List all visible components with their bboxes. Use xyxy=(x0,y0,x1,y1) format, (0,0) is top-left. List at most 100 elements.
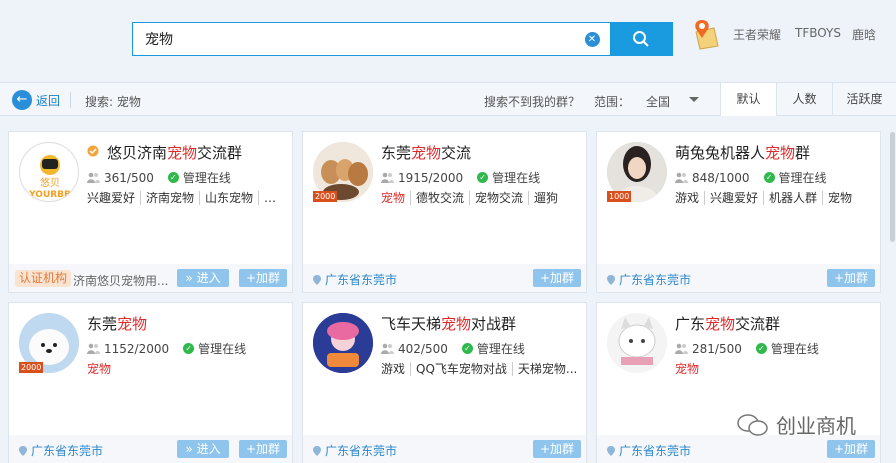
tag-list: 宠物 xyxy=(87,360,285,377)
check-icon: ✓ xyxy=(755,343,767,354)
check-icon: ✓ xyxy=(183,343,195,354)
group-stats: 281/500 ✓ 管理在线 xyxy=(675,340,819,357)
level-badge: 2000 xyxy=(19,362,44,373)
group-title[interactable]: 萌兔兔机器人宠物群 xyxy=(675,142,810,163)
avatar-text: 悠贝 xyxy=(40,176,60,189)
chevron-down-icon[interactable] xyxy=(689,97,699,102)
scrollbar-thumb[interactable] xyxy=(890,132,895,242)
group-card[interactable]: 1000 萌兔兔机器人宠物群 848/1000 ✓ 管理在线 游戏 兴趣爱好 机器人… xyxy=(596,131,881,293)
tag: 济南宠物 xyxy=(141,191,201,205)
top-bar: ✕ 王者荣耀 TFBOYS 鹿晗 xyxy=(0,0,896,82)
enter-label: 进入 xyxy=(196,442,221,456)
group-avatar xyxy=(607,313,667,373)
tag-list: 宠物 德牧交流 宠物交流 遛狗 xyxy=(381,189,579,206)
member-count: 361/500 xyxy=(104,170,154,185)
group-title[interactable]: 广东宠物交流群 xyxy=(675,313,780,334)
not-found-link[interactable]: 搜索不到我的群？ xyxy=(484,93,580,110)
tag: 游戏 xyxy=(675,191,706,205)
group-card[interactable]: 悠贝 YOURBB 悠贝济南宠物交流群 361/500 ✓ 管理在线 兴趣爱好济… xyxy=(8,131,293,293)
member-count: 848/1000 xyxy=(692,170,750,185)
query-text: 搜索: 宠物 xyxy=(85,95,141,109)
tab-default[interactable]: 默认 xyxy=(720,83,776,116)
location: 广东省东莞市 xyxy=(313,442,397,459)
tag: 宠物 xyxy=(381,191,412,205)
tag: 德牧交流 xyxy=(411,191,471,205)
hot-link-3[interactable]: 鹿晗 xyxy=(852,26,876,43)
admin-status: 管理在线 xyxy=(476,342,525,356)
map-location-icon[interactable] xyxy=(690,18,720,50)
location-pin-icon xyxy=(607,445,615,456)
location-pin-icon xyxy=(19,445,27,456)
back-label: 返回 xyxy=(36,93,61,108)
group-stats: 1915/2000 ✓ 管理在线 xyxy=(381,169,540,186)
tag: 遛狗 xyxy=(534,191,559,205)
tab-activity[interactable]: 活跃度 xyxy=(832,83,896,116)
tag: 兴趣爱好 xyxy=(87,191,142,205)
members-icon xyxy=(87,343,100,354)
enter-button[interactable]: » 进入 xyxy=(177,440,229,458)
search-button[interactable] xyxy=(610,23,672,55)
hot-link-1[interactable]: 王者荣耀 xyxy=(733,26,781,43)
location-pin-icon xyxy=(313,445,321,456)
location-text: 广东省东莞市 xyxy=(31,444,104,458)
admin-status: 管理在线 xyxy=(492,171,541,185)
back-arrow-icon: ← xyxy=(12,90,32,110)
search-box: ✕ xyxy=(132,22,673,56)
members-icon xyxy=(675,172,688,183)
group-card[interactable]: 飞车天梯宠物对战群 402/500 ✓ 管理在线 游戏 QQ飞车宠物对战 天梯宠物.… xyxy=(302,302,587,463)
card-footer: 广东省东莞市 +加群 xyxy=(303,264,586,292)
members-icon xyxy=(675,343,688,354)
group-title[interactable]: 飞车天梯宠物对战群 xyxy=(381,313,516,334)
group-avatar xyxy=(313,313,373,373)
enter-button[interactable]: » 进入 xyxy=(177,269,229,287)
tab-members[interactable]: 人数 xyxy=(776,83,832,116)
check-icon: ✓ xyxy=(167,172,179,183)
clear-icon: ✕ xyxy=(584,31,600,47)
filter-bar: ← 返回 搜索: 宠物 搜索不到我的群？ 范围： 全国 默认 人数 活跃度 xyxy=(0,82,896,116)
members-icon xyxy=(87,172,100,183)
level-badge: 1000 xyxy=(607,191,632,202)
cert-org-name: 济南悠贝宠物用... xyxy=(73,274,169,288)
location-pin-icon xyxy=(313,274,321,285)
join-group-button[interactable]: +加群 xyxy=(827,440,875,458)
enter-icon: » xyxy=(185,442,193,456)
watermark: 创业商机 xyxy=(736,410,856,439)
group-card[interactable]: 2000 东莞宠物交流 1915/2000 ✓ 管理在线 宠物 德牧交流 宠物交流遛… xyxy=(302,131,587,293)
tag-list: 宠物 xyxy=(675,360,873,377)
location-pin-icon xyxy=(607,274,615,285)
clear-button[interactable]: ✕ xyxy=(574,23,610,55)
admin-status: 管理在线 xyxy=(770,342,819,356)
join-group-button[interactable]: +加群 xyxy=(533,269,581,287)
admin-status: 管理在线 xyxy=(778,171,827,185)
group-title[interactable]: 东莞宠物 xyxy=(87,313,147,334)
group-stats: 1152/2000 ✓ 管理在线 xyxy=(87,340,246,357)
group-card[interactable]: 2000 东莞宠物 1152/2000 ✓ 管理在线 宠物 广东省东莞市 » 进… xyxy=(8,302,293,463)
search-icon xyxy=(633,31,649,47)
join-group-button[interactable]: +加群 xyxy=(533,440,581,458)
level-badge: 2000 xyxy=(313,191,338,202)
group-stats: 848/1000 ✓ 管理在线 xyxy=(675,169,827,186)
admin-status: 管理在线 xyxy=(198,342,247,356)
tag: 宠物 xyxy=(675,362,700,376)
tag: 兴趣爱好 xyxy=(705,191,765,205)
join-group-button[interactable]: +加群 xyxy=(827,269,875,287)
back-button[interactable]: ← 返回 xyxy=(12,90,60,110)
certified-org-badge: 认证机构 xyxy=(15,270,72,287)
tag: 游戏 xyxy=(381,362,412,376)
group-stats: 402/500 ✓ 管理在线 xyxy=(381,340,525,357)
join-group-button[interactable]: +加群 xyxy=(239,440,287,458)
location: 广东省东莞市 xyxy=(607,271,691,288)
group-title[interactable]: 悠贝济南宠物交流群 xyxy=(107,142,242,163)
group-title[interactable]: 东莞宠物交流 xyxy=(381,142,471,163)
join-group-button[interactable]: +加群 xyxy=(239,269,287,287)
enter-icon: » xyxy=(185,271,193,285)
hot-link-2[interactable]: TFBOYS xyxy=(795,26,841,40)
tag: 机器人群 xyxy=(764,191,824,205)
members-icon xyxy=(381,172,394,183)
location-text: 广东省东莞市 xyxy=(619,273,692,287)
avatar-subtext: YOURBB xyxy=(28,190,71,200)
card-footer: 广东省东莞市 +加群 xyxy=(597,435,880,463)
range-select[interactable]: 全国 xyxy=(646,93,670,110)
search-input[interactable] xyxy=(133,23,574,55)
group-stats: 361/500 ✓ 管理在线 xyxy=(87,169,231,186)
